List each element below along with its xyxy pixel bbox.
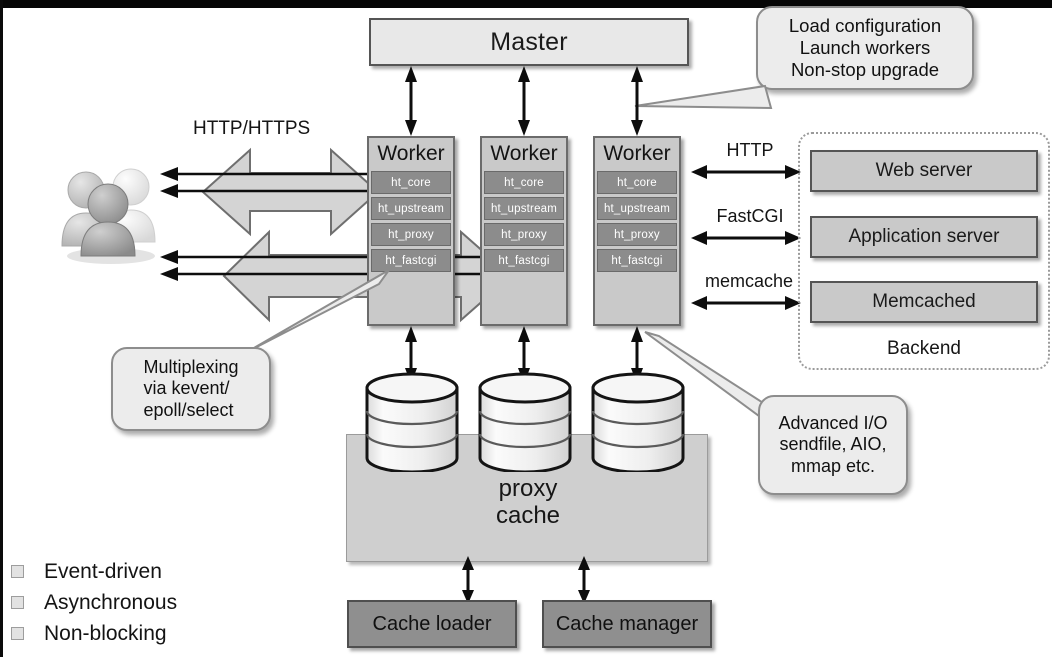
cache-store-cylinder-1 [363, 372, 461, 474]
worker-2-module-ht-upstream[interactable]: ht_upstream [484, 197, 564, 220]
feature-bullet-list: Event-driven Asynchronous Non-blocking [11, 556, 271, 649]
label-protocol-memcache: memcache [704, 271, 794, 291]
users-icon [51, 160, 169, 265]
backend-box-memcached[interactable]: Memcached [810, 281, 1038, 323]
arrow-http [691, 165, 801, 179]
bullet-item-asynchronous: Asynchronous [11, 587, 271, 618]
worker-1-module-ht-proxy[interactable]: ht_proxy [371, 223, 451, 246]
worker-3-title: Worker [603, 142, 671, 165]
callout-mux-line-3: epoll/select [143, 399, 234, 420]
worker-1-title: Worker [377, 142, 445, 165]
callout-io-line-2: sendfile, AIO, [779, 434, 887, 455]
worker-1-module-ht-core[interactable]: ht_core [371, 171, 451, 194]
worker-2-title: Worker [490, 142, 558, 165]
proxy-cache-label-line-2: cache [495, 502, 561, 529]
label-protocol-fastcgi: FastCGI [716, 206, 784, 226]
master-label: Master [490, 27, 568, 56]
worker-box-3[interactable]: Worker ht_core ht_upstream ht_proxy ht_f… [593, 136, 681, 326]
bullet-item-event-driven: Event-driven [11, 556, 271, 587]
callout-master-note: Load configuration Launch workers Non-st… [756, 6, 974, 90]
backend-box-web-server[interactable]: Web server [810, 150, 1038, 192]
callout-advanced-io-note: Advanced I/O sendfile, AIO, mmap etc. [758, 395, 908, 495]
bullet-label-1: Event-driven [44, 559, 162, 583]
callout-master-tail [634, 84, 773, 110]
arrow-fastcgi [691, 231, 801, 245]
cache-manager-box[interactable]: Cache manager [542, 600, 712, 648]
worker-2-module-ht-proxy[interactable]: ht_proxy [484, 223, 564, 246]
worker-2-module-ht-core[interactable]: ht_core [484, 171, 564, 194]
callout-multiplexing-note: Multiplexing via kevent/ epoll/select [111, 347, 271, 431]
proxy-cache-label-line-1: proxy [498, 475, 558, 502]
callout-master-line-3: Non-stop upgrade [790, 58, 940, 80]
proxy-cache-label: proxy cache [347, 475, 709, 529]
cache-manager-label: Cache manager [555, 612, 699, 635]
bullet-square-icon [11, 596, 24, 609]
worker-3-module-ht-proxy[interactable]: ht_proxy [597, 223, 677, 246]
backend-box-application-server[interactable]: Application server [810, 216, 1038, 258]
callout-master-line-2: Launch workers [799, 37, 931, 59]
arrow-master-worker-2 [518, 66, 530, 136]
cache-loader-label: Cache loader [372, 612, 492, 635]
callout-io-line-1: Advanced I/O [778, 413, 888, 434]
backend-web-server-label: Web server [875, 160, 973, 181]
arrow-client-worker-upper-lines [160, 167, 386, 198]
callout-io-line-3: mmap etc. [790, 455, 875, 476]
worker-3-module-ht-upstream[interactable]: ht_upstream [597, 197, 677, 220]
callout-mux-line-1: Multiplexing [143, 357, 239, 378]
callout-mux-tail [246, 269, 390, 353]
arrow-master-worker-1 [405, 66, 417, 136]
bullet-item-non-blocking: Non-blocking [11, 618, 271, 649]
backend-memcached-label: Memcached [872, 291, 976, 312]
cache-store-cylinder-2 [476, 372, 574, 474]
arrow-memcache [691, 296, 801, 310]
worker-1-module-ht-upstream[interactable]: ht_upstream [371, 197, 451, 220]
arrow-master-worker-3 [631, 66, 643, 136]
callout-mux-line-2: via kevent/ [143, 378, 230, 399]
bullet-square-icon [11, 565, 24, 578]
arrow-cache-loader [462, 556, 474, 604]
arrow-cache-manager [578, 556, 590, 604]
worker-3-module-ht-fastcgi[interactable]: ht_fastcgi [597, 249, 677, 272]
master-box[interactable]: Master [369, 18, 689, 66]
label-http-https: HTTP/HTTPS [193, 118, 311, 139]
bullet-square-icon [11, 627, 24, 640]
worker-3-module-ht-core[interactable]: ht_core [597, 171, 677, 194]
diagram-canvas: Master Load configuration Launch workers… [0, 0, 1052, 657]
worker-2-module-ht-fastcgi[interactable]: ht_fastcgi [484, 249, 564, 272]
callout-master-line-1: Load configuration [788, 15, 942, 37]
label-protocol-http: HTTP [726, 140, 774, 160]
worker-box-2[interactable]: Worker ht_core ht_upstream ht_proxy ht_f… [480, 136, 568, 326]
backend-caption: Backend [887, 338, 961, 359]
bullet-label-2: Asynchronous [44, 590, 178, 614]
bullet-label-3: Non-blocking [44, 621, 167, 645]
cache-loader-box[interactable]: Cache loader [347, 600, 517, 648]
backend-application-server-label: Application server [848, 226, 1000, 247]
